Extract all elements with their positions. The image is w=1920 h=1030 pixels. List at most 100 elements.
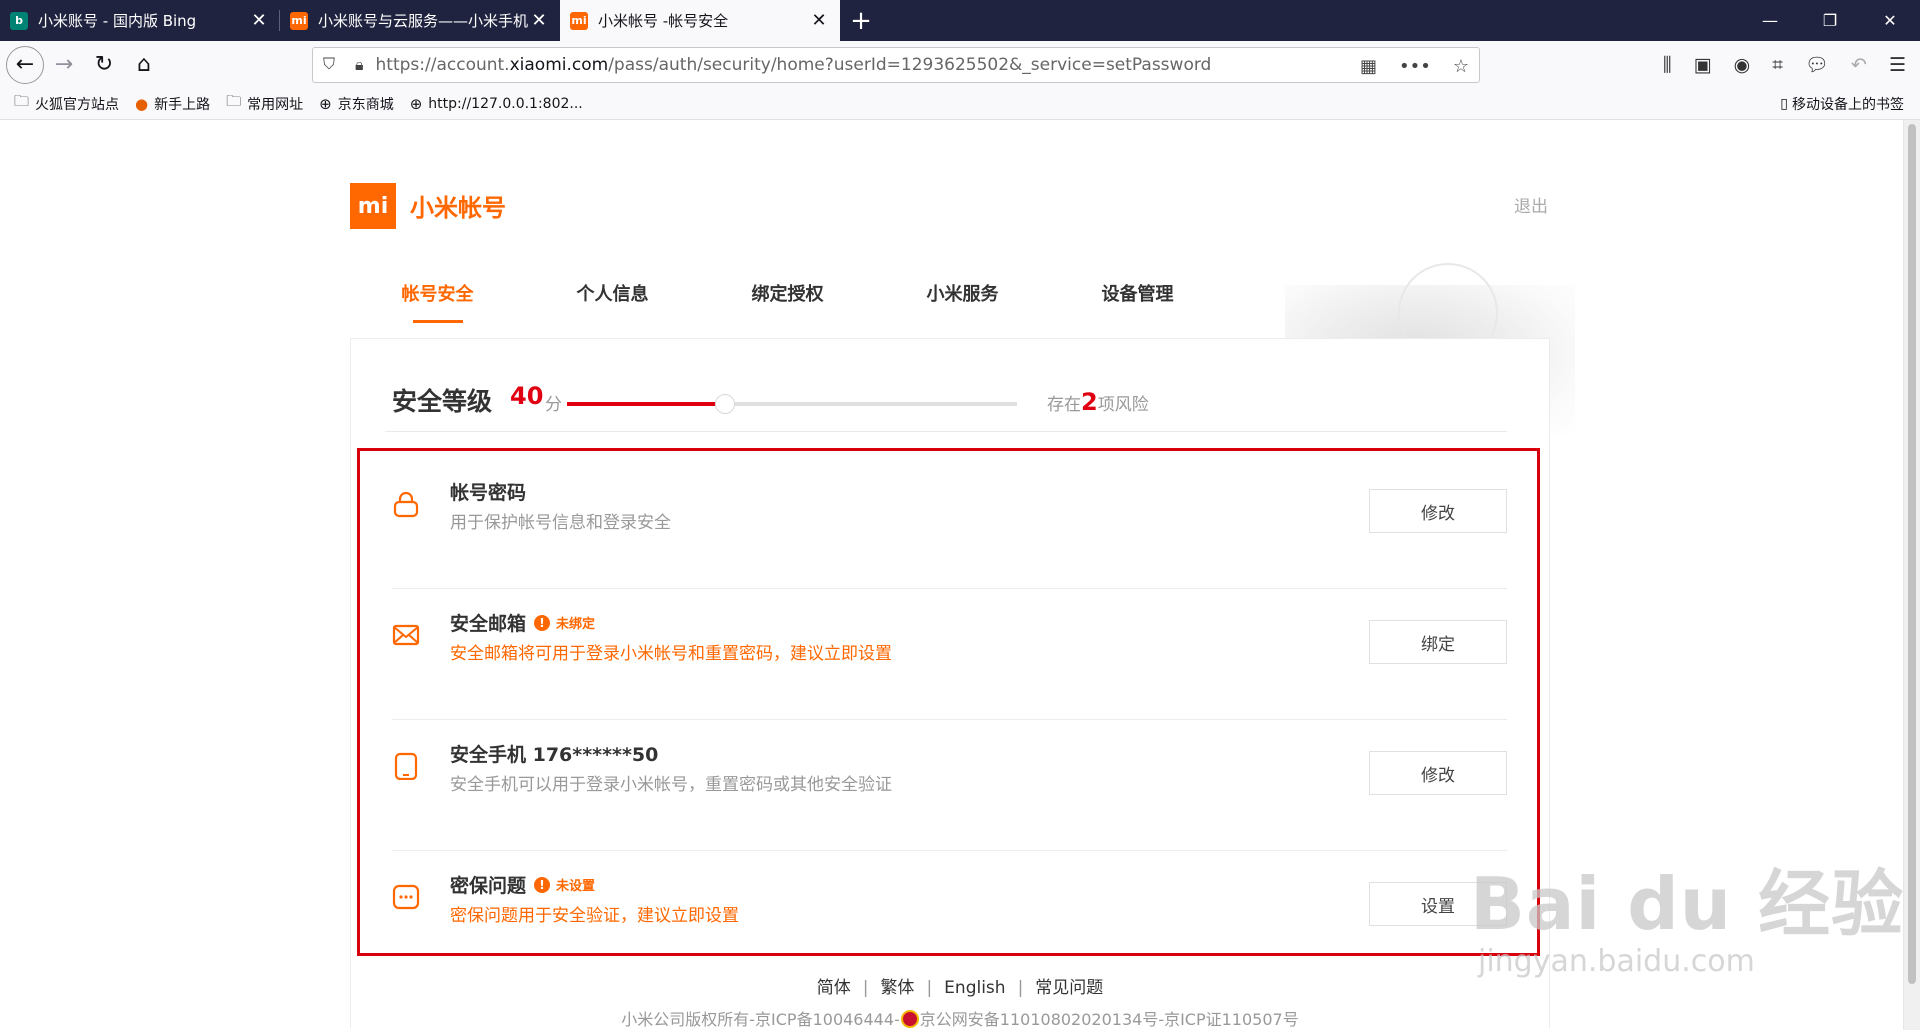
back-button[interactable]: ← [6, 45, 44, 84]
brand-title: 小米帐号 [410, 194, 506, 222]
bookmark-label: 新手上路 [154, 96, 211, 113]
close-window-icon[interactable]: ✕ [1860, 0, 1920, 41]
url-domain: xiaomi.com [509, 55, 609, 75]
bookmark-label: 京东商城 [337, 96, 394, 113]
mi-icon: mi [570, 11, 588, 30]
status-badge-text: 未设置 [556, 879, 596, 894]
bookmarks-bar: 🗀 火狐官方站点 ● 新手上路 🗀 常用网址 ⊕ 京东商城 ⊕ http://127.0.… [0, 88, 1920, 120]
address-bar[interactable]: ⛉ 🔒︎ https://account.xiaomi.com/pass/aut… [312, 47, 1480, 83]
separator: | [1017, 978, 1024, 998]
item-title: 帐号密码 [450, 478, 526, 505]
security-level-knob [714, 394, 735, 414]
forward-button[interactable]: → [44, 45, 84, 85]
item-title-text: 安全邮箱 [450, 613, 527, 635]
phone-icon [394, 752, 418, 780]
lock-icon [393, 491, 419, 518]
window-controls: — ❐ ✕ [1740, 0, 1920, 41]
shield-icon[interactable]: ⛉ [323, 54, 343, 76]
bookmark-item[interactable]: 🗀 常用网址 [226, 91, 303, 116]
scrollbar-thumb[interactable] [1908, 124, 1916, 984]
minimize-icon[interactable]: — [1740, 0, 1800, 41]
warning-icon: ! [534, 876, 551, 893]
navigation-toolbar: ← → ↻ ⌂ ⛉ 🔒︎ https://account.xiaomi.com/… [0, 41, 1920, 88]
bookmark-label: http://127.0.0.1:802... [428, 95, 583, 112]
sidebar-icon[interactable]: ▣ [1694, 54, 1712, 76]
toolbar-icons: ⫼ ▣ ◉ ⌗ 💬︎ ↶ ☰ [1663, 41, 1906, 88]
firefox-icon: ● [135, 94, 149, 113]
tab-title: 小米账号与云服务——小米手机 [318, 12, 528, 30]
item-description: 安全邮箱将可用于登录小米帐号和重置密码，建议立即设置 [450, 644, 892, 664]
warning-icon: ! [534, 614, 551, 631]
mobile-device-icon: ▯ [1780, 96, 1788, 112]
risk-prefix: 存在 [1047, 395, 1081, 415]
account-icon[interactable]: ◉ [1734, 54, 1751, 76]
close-tab-icon[interactable]: ✕ [248, 10, 270, 31]
copyright-text-b: 京公网安备11010802020134号-京ICP证110507号 [919, 1010, 1299, 1029]
modify-password-button[interactable]: 修改 [1369, 489, 1507, 533]
nav-tab-security[interactable]: 帐号安全 [350, 280, 525, 320]
browser-tab[interactable]: mi 小米账号与云服务——小米手机 ✕ [280, 0, 560, 41]
item-description: 安全手机可以用于登录小米帐号，重置密码或其他安全验证 [450, 775, 892, 795]
item-title-text: 安全手机 176******50 [450, 744, 659, 766]
lang-simplified-link[interactable]: 简体 [817, 978, 851, 998]
item-title: 安全邮箱! 未绑定 [450, 609, 595, 636]
nav-tab-authorization[interactable]: 绑定授权 [700, 280, 875, 320]
account-nav: 帐号安全 个人信息 绑定授权 小米服务 设备管理 [350, 280, 1225, 323]
modify-phone-button[interactable]: 修改 [1369, 751, 1507, 795]
address-bar-actions: ▦ ••• ☆ [1360, 48, 1469, 84]
faq-link[interactable]: 常见问题 [1035, 978, 1103, 998]
url-text[interactable]: https://account.xiaomi.com/pass/auth/sec… [376, 55, 1212, 75]
browser-tab-active[interactable]: mi 小米帐号 -帐号安全 ✕ [560, 0, 840, 41]
mi-logo[interactable]: mi [350, 183, 396, 229]
browser-tab[interactable]: b 小米账号 - 国内版 Bing ✕ [0, 0, 280, 41]
separator: | [862, 978, 869, 998]
bind-email-button[interactable]: 绑定 [1369, 620, 1507, 664]
security-item-password: 帐号密码 用于保护帐号信息和登录安全 修改 [392, 458, 1507, 589]
tab-title: 小米账号 - 国内版 Bing [38, 12, 197, 30]
qr-code-icon[interactable]: ▦ [1360, 56, 1377, 77]
item-title-text: 密保问题 [450, 875, 527, 897]
menu-icon[interactable]: ☰ [1889, 54, 1906, 76]
bookmark-item[interactable]: ⊕ http://127.0.0.1:802... [410, 95, 583, 113]
nav-active-indicator [413, 320, 463, 323]
watermark-main: Bai du 经验 [1470, 862, 1905, 946]
tab-title: 小米帐号 -帐号安全 [598, 12, 729, 30]
reload-button[interactable]: ↻ [84, 45, 124, 85]
copyright: 小米公司版权所有-京ICP备10046444- 京公网安备110108020201… [0, 1006, 1920, 1030]
bing-icon: b [10, 11, 28, 30]
lang-english-link[interactable]: English [944, 978, 1005, 998]
page-scrollbar[interactable] [1903, 120, 1920, 1030]
lock-icon[interactable]: 🔒︎ [355, 55, 364, 75]
security-item-question: 密保问题! 未设置 密保问题用于安全验证，建议立即设置 设置 [392, 851, 1507, 961]
screenshot-icon[interactable]: ⌗ [1772, 54, 1783, 76]
close-tab-icon[interactable]: ✕ [808, 10, 830, 31]
library-icon[interactable]: ⫼ [1663, 54, 1672, 76]
nav-tab-profile[interactable]: 个人信息 [525, 280, 700, 320]
risk-count: 2 [1081, 388, 1098, 416]
restore-icon[interactable]: ❐ [1800, 0, 1860, 41]
security-item-email: 安全邮箱! 未绑定 安全邮箱将可用于登录小米帐号和重置密码，建议立即设置 绑定 [392, 589, 1507, 720]
mobile-bookmarks[interactable]: ▯ 移动设备上的书签 [1780, 88, 1904, 120]
risk-summary: 存在2项风险 [1047, 388, 1149, 416]
bookmark-label: 常用网址 [247, 96, 304, 113]
chat-icon[interactable]: 💬︎ [1805, 53, 1829, 76]
bookmark-star-icon[interactable]: ☆ [1453, 56, 1469, 77]
lang-traditional-link[interactable]: 繁体 [880, 978, 914, 998]
bookmark-item[interactable]: ⊕ 京东商城 [319, 94, 394, 114]
logout-link[interactable]: 退出 [1514, 192, 1548, 217]
nav-tab-devices[interactable]: 设备管理 [1050, 280, 1225, 320]
more-actions-icon[interactable]: ••• [1399, 56, 1431, 77]
undo-icon[interactable]: ↶ [1851, 54, 1867, 76]
bookmark-label: 火狐官方站点 [35, 96, 120, 113]
item-title: 密保问题! 未设置 [450, 871, 595, 898]
nav-tab-services[interactable]: 小米服务 [875, 280, 1050, 320]
folder-icon: 🗀 [14, 92, 30, 110]
close-tab-icon[interactable]: ✕ [528, 10, 550, 31]
bookmark-item[interactable]: ● 新手上路 [135, 94, 210, 114]
bookmark-item[interactable]: 🗀 火狐官方站点 [14, 91, 119, 116]
globe-icon: ⊕ [409, 94, 423, 113]
home-button[interactable]: ⌂ [124, 45, 164, 85]
baidu-watermark: Bai du 经验 jingyan.baidu.com [1470, 845, 1904, 979]
folder-icon: 🗀 [226, 92, 242, 110]
new-tab-button[interactable]: + [840, 0, 882, 41]
